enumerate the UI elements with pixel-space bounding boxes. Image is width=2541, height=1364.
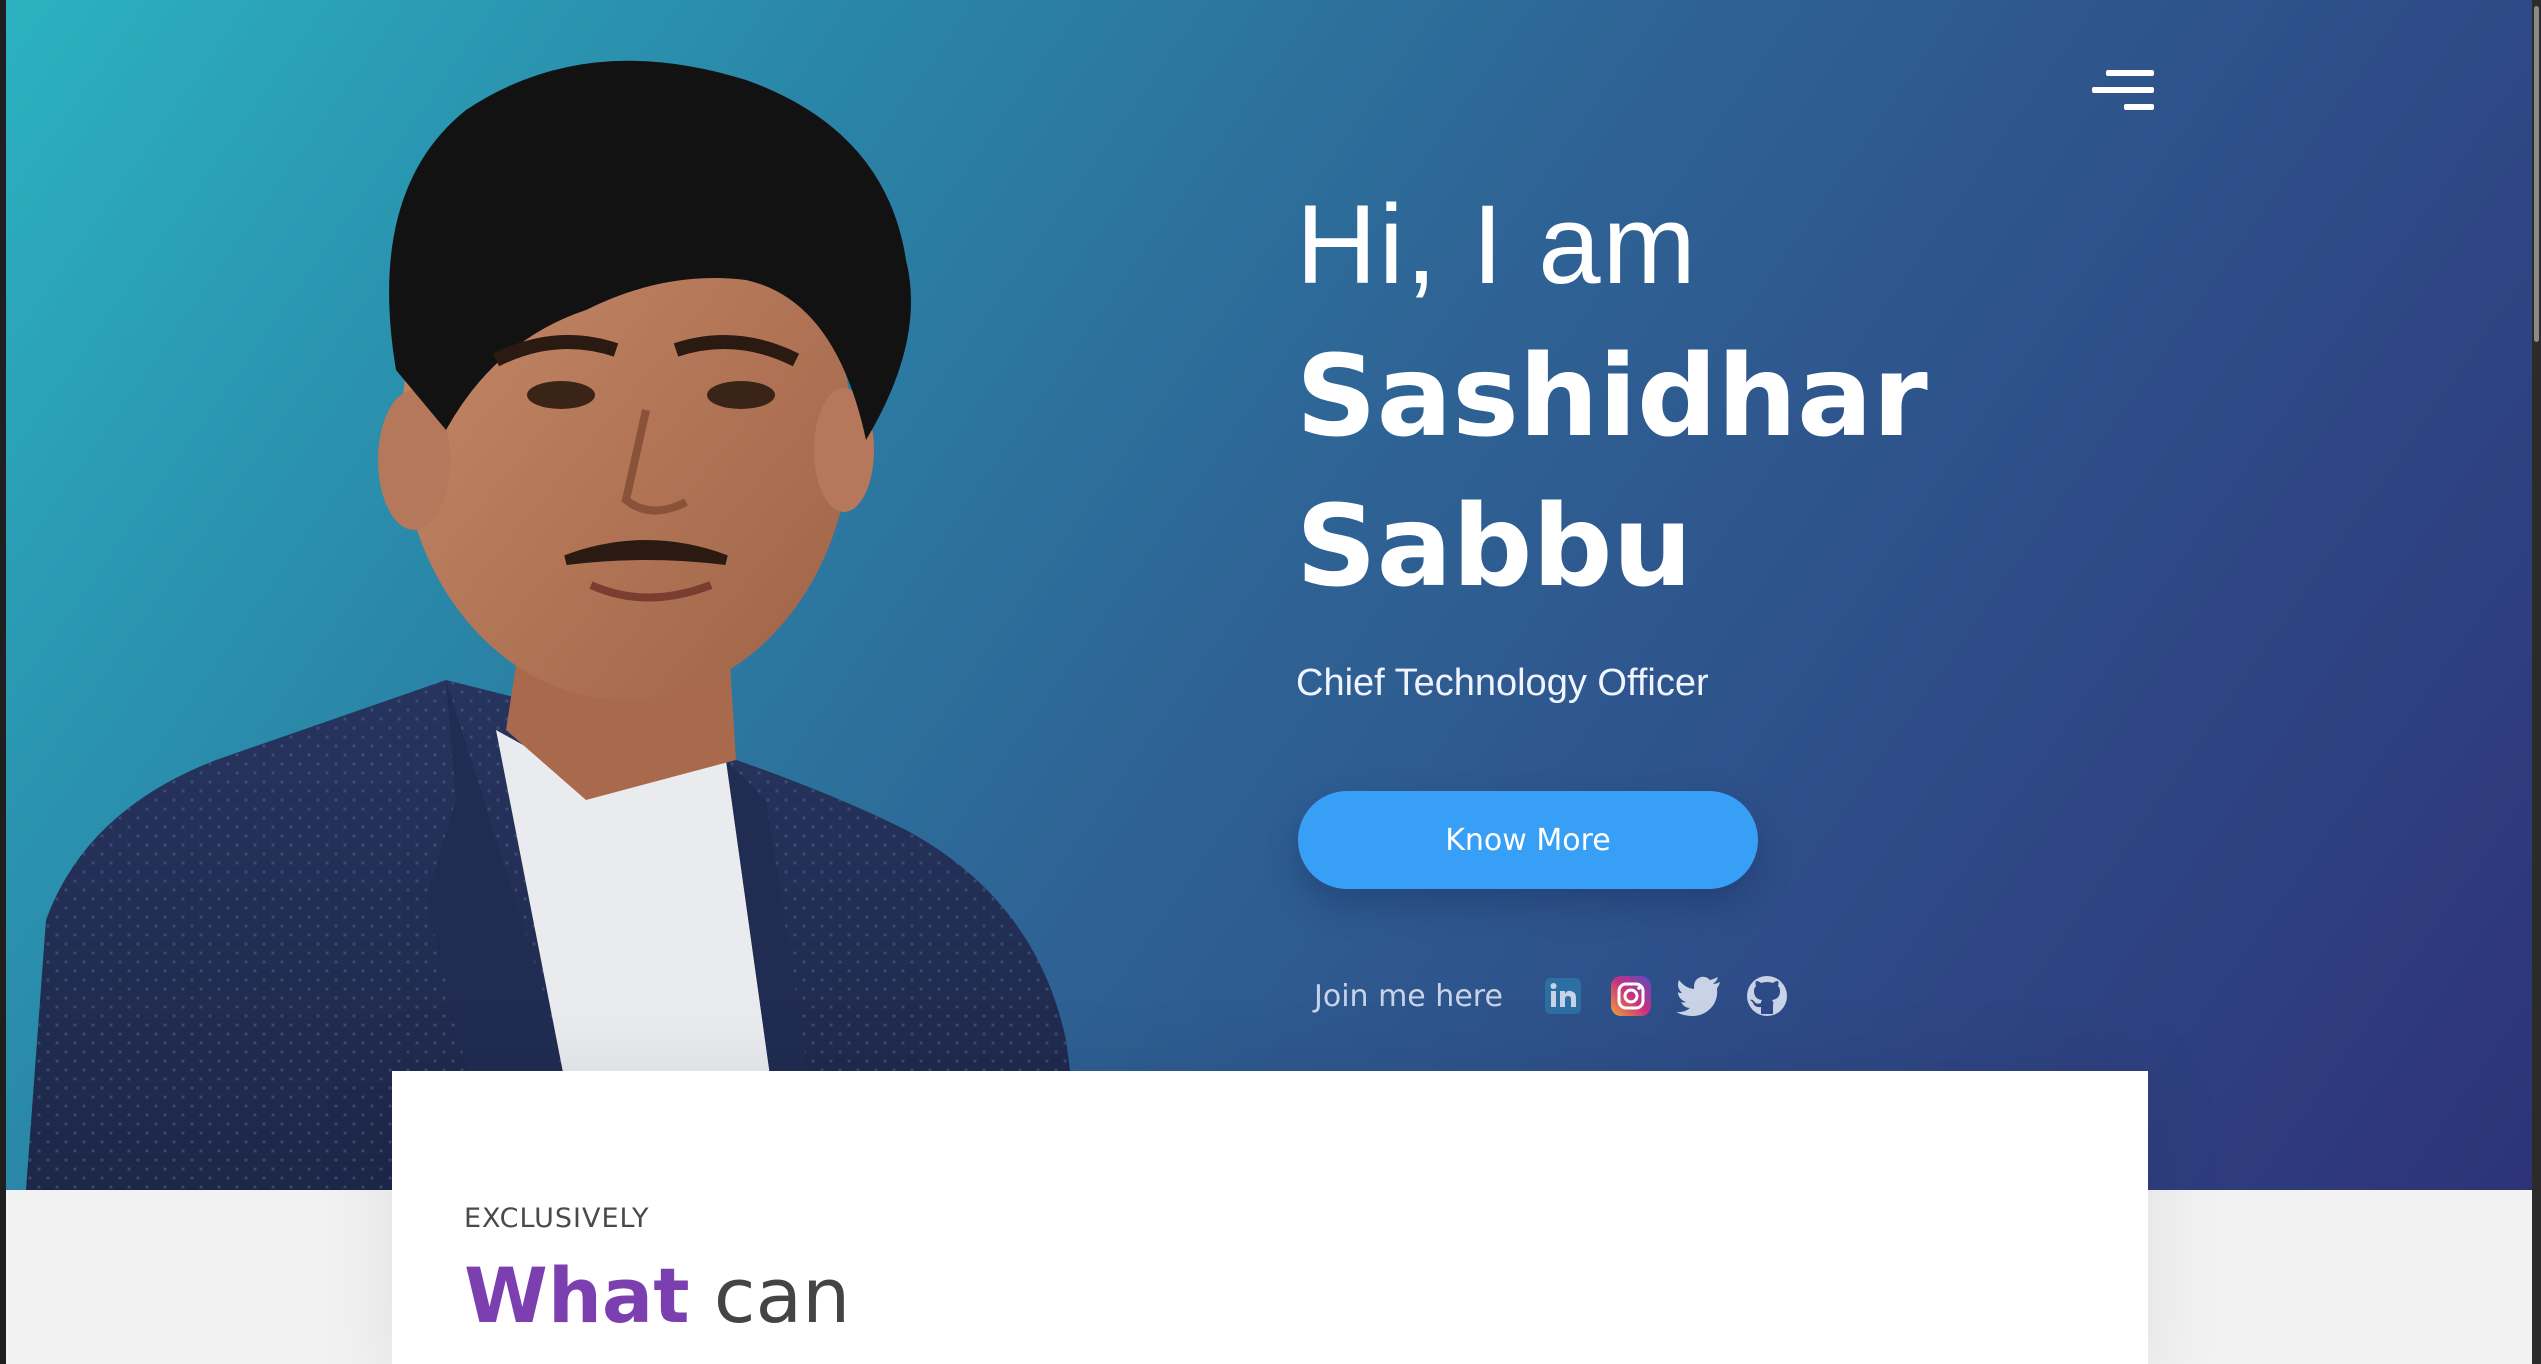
social-links: Join me here — [1314, 972, 1811, 1020]
instagram-icon[interactable] — [1607, 972, 1655, 1020]
job-title: Chief Technology Officer — [1296, 662, 1709, 704]
headline-rest: can — [689, 1251, 851, 1340]
linkedin-icon[interactable] — [1539, 972, 1587, 1020]
headline-accent: What — [464, 1251, 690, 1340]
menu-line — [2124, 104, 2154, 110]
intro-block: Hi, I am Sashidhar Sabbu Chief Technolog… — [1296, 180, 1928, 705]
hero-section: Hi, I am Sashidhar Sabbu Chief Technolog… — [6, 0, 2532, 1190]
greeting-text: Hi, I am — [1296, 182, 1698, 307]
scrollbar-thumb[interactable] — [2534, 6, 2539, 342]
know-more-button[interactable]: Know More — [1298, 791, 1758, 889]
profile-photo — [26, 60, 1086, 1190]
first-name: Sashidhar — [1296, 332, 1928, 462]
page: Hi, I am Sashidhar Sabbu Chief Technolog… — [0, 0, 2541, 1364]
hamburger-menu-icon[interactable] — [2092, 70, 2154, 116]
social-label: Join me here — [1314, 978, 1503, 1014]
menu-line — [2092, 87, 2154, 93]
services-card: EXCLUSIVELY What can — [392, 1071, 2148, 1364]
last-name: Sabbu — [1296, 482, 1693, 612]
section-headline: What can — [464, 1251, 850, 1340]
twitter-icon[interactable] — [1675, 972, 1723, 1020]
menu-line — [2106, 70, 2154, 76]
github-icon[interactable] — [1743, 972, 1791, 1020]
section-eyebrow: EXCLUSIVELY — [464, 1203, 650, 1234]
